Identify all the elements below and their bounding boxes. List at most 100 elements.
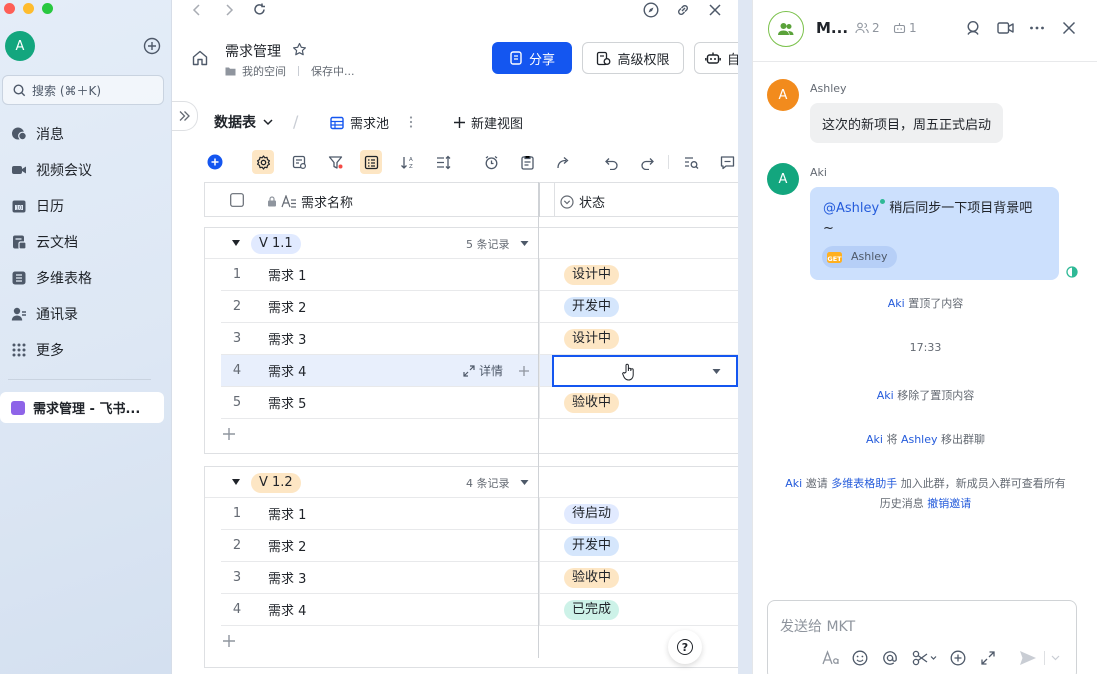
cell-status[interactable]: 待启动 — [552, 498, 738, 530]
table-row[interactable]: 1 需求 1 待启动 — [221, 498, 738, 530]
search-chat-icon[interactable] — [965, 20, 981, 36]
forward-icon[interactable] — [222, 3, 236, 17]
search-input[interactable]: 搜索 (⌘＋K) — [2, 75, 164, 105]
close-window-button[interactable] — [4, 3, 15, 14]
video-call-icon[interactable] — [997, 20, 1014, 36]
sidebar-item-docs[interactable]: 云文档 — [0, 227, 170, 257]
plus-circle-icon[interactable] — [143, 37, 161, 55]
form-icon[interactable] — [516, 150, 538, 174]
star-icon[interactable] — [292, 42, 307, 57]
column-header-status[interactable]: 状态 — [560, 192, 605, 211]
cell-status[interactable]: 设计中 — [552, 259, 738, 291]
new-view-button[interactable]: 新建视图 — [453, 113, 523, 132]
group-icon[interactable] — [360, 150, 382, 174]
add-record-icon[interactable] — [204, 150, 226, 174]
chevron-down-icon[interactable] — [1051, 655, 1060, 661]
sender-name[interactable]: Ashley — [810, 82, 847, 95]
caret-down-icon[interactable] — [712, 368, 721, 375]
add-row-icon[interactable] — [222, 634, 236, 648]
cell-name[interactable]: 需求 5 — [268, 393, 306, 412]
sort-icon[interactable]: AZ — [396, 150, 418, 174]
comment-icon[interactable] — [716, 150, 738, 174]
group-header[interactable]: V 1.1 5 条记录 — [205, 228, 738, 259]
message-bubble[interactable]: 这次的新项目，周五正式启动 — [810, 103, 1004, 143]
cell-name[interactable]: 需求 2 — [268, 536, 306, 555]
message-bubble[interactable]: @Ashley 稍后同步一下项目背景吧 ~ GET Ashley — [810, 187, 1059, 280]
sidebar-item-more[interactable]: 更多 — [0, 335, 170, 365]
cell-name[interactable]: 需求 4 — [268, 361, 306, 380]
alarm-icon[interactable] — [480, 150, 502, 174]
back-icon[interactable] — [190, 3, 204, 17]
cell-name[interactable]: 需求 2 — [268, 297, 306, 316]
doc-title[interactable]: 需求管理 — [225, 41, 281, 61]
table-row[interactable]: 4 需求 4 详情 — [221, 354, 738, 387]
view-tab-current[interactable]: 需求池 — [330, 113, 389, 132]
caret-down-icon[interactable] — [231, 239, 241, 247]
home-icon[interactable] — [191, 49, 209, 67]
link-icon[interactable] — [675, 2, 691, 18]
zoom-window-button[interactable] — [42, 3, 53, 14]
scissors-icon[interactable] — [912, 650, 938, 666]
filter-icon[interactable] — [324, 150, 346, 174]
help-button[interactable]: ? — [668, 630, 702, 664]
sidebar-item-calendar[interactable]: 10 日历 — [0, 191, 170, 221]
table-switcher[interactable]: 数据表 — [214, 112, 274, 132]
sender-name[interactable]: Aki — [810, 166, 827, 179]
cell-status[interactable]: 开发中 — [552, 291, 738, 323]
cell-status[interactable]: 设计中 — [552, 323, 738, 355]
more-vertical-icon[interactable] — [408, 115, 414, 129]
more-horizontal-icon[interactable] — [1029, 20, 1045, 36]
sidebar-item-contacts[interactable]: 通讯录 — [0, 299, 170, 329]
plus-circle-icon[interactable] — [950, 650, 966, 666]
cell-status[interactable] — [552, 354, 738, 387]
table-row[interactable]: 3 需求 3 验收中 — [221, 562, 738, 594]
table-row[interactable]: 3 需求 3 设计中 — [221, 323, 738, 355]
table-row[interactable]: 1 需求 1 设计中 — [221, 259, 738, 291]
minimize-window-button[interactable] — [23, 3, 34, 14]
column-header-name[interactable]: 需求名称 — [267, 192, 353, 211]
group-header[interactable]: V 1.2 4 条记录 — [205, 467, 738, 498]
redo-icon[interactable] — [636, 150, 658, 174]
caret-down-icon[interactable] — [231, 478, 241, 486]
open-doc-tab[interactable]: 需求管理 - 飞书... — [0, 392, 164, 423]
cell-name[interactable]: 需求 3 — [268, 329, 306, 348]
emoji-icon[interactable] — [852, 650, 868, 666]
caret-down-icon[interactable] — [520, 479, 529, 486]
cell-name[interactable]: 需求 4 — [268, 600, 306, 619]
sidebar-item-video[interactable]: 视频会议 — [0, 155, 170, 185]
select-all-checkbox[interactable] — [230, 193, 244, 207]
share-button[interactable]: 分享 — [492, 42, 572, 74]
close-chat-icon[interactable] — [1061, 20, 1077, 36]
close-icon[interactable] — [707, 2, 723, 18]
mention[interactable]: @Ashley — [823, 201, 879, 216]
undo-icon[interactable] — [600, 150, 622, 174]
find-icon[interactable] — [680, 150, 702, 174]
chat-title[interactable]: M... — [816, 19, 848, 37]
refresh-icon[interactable] — [252, 2, 267, 17]
cell-status[interactable]: 开发中 — [552, 530, 738, 562]
table-row[interactable]: 2 需求 2 开发中 — [221, 291, 738, 323]
avatar[interactable]: A — [767, 163, 799, 195]
table-row[interactable]: 2 需求 2 开发中 — [221, 530, 738, 562]
row-height-icon[interactable] — [432, 150, 454, 174]
user-link[interactable]: Aki — [785, 477, 802, 490]
text-format-icon[interactable] — [822, 650, 840, 666]
sidebar-item-base[interactable]: 多维表格 — [0, 263, 170, 293]
mention-icon[interactable] — [882, 650, 898, 666]
field-config-icon[interactable] — [288, 150, 310, 174]
cell-status[interactable]: 验收中 — [552, 562, 738, 594]
automation-button[interactable]: 自 — [694, 42, 738, 74]
advanced-permission-button[interactable]: 高级权限 — [582, 42, 684, 74]
compass-icon[interactable] — [643, 2, 659, 18]
member-count[interactable]: 2 — [855, 21, 880, 35]
cell-name[interactable]: 需求 3 — [268, 568, 306, 587]
add-row-icon[interactable] — [222, 427, 236, 441]
caret-down-icon[interactable] — [520, 240, 529, 247]
plus-icon[interactable] — [518, 365, 530, 377]
share-arrow-icon[interactable] — [552, 150, 574, 174]
table-row[interactable]: 5 需求 5 验收中 — [221, 387, 738, 419]
bot-link[interactable]: 多维表格助手 — [831, 477, 897, 490]
doc-space[interactable]: 我的空间 — [242, 63, 286, 79]
user-link[interactable]: Ashley — [901, 433, 938, 446]
message-composer[interactable]: 发送给 MKT — [767, 600, 1077, 674]
